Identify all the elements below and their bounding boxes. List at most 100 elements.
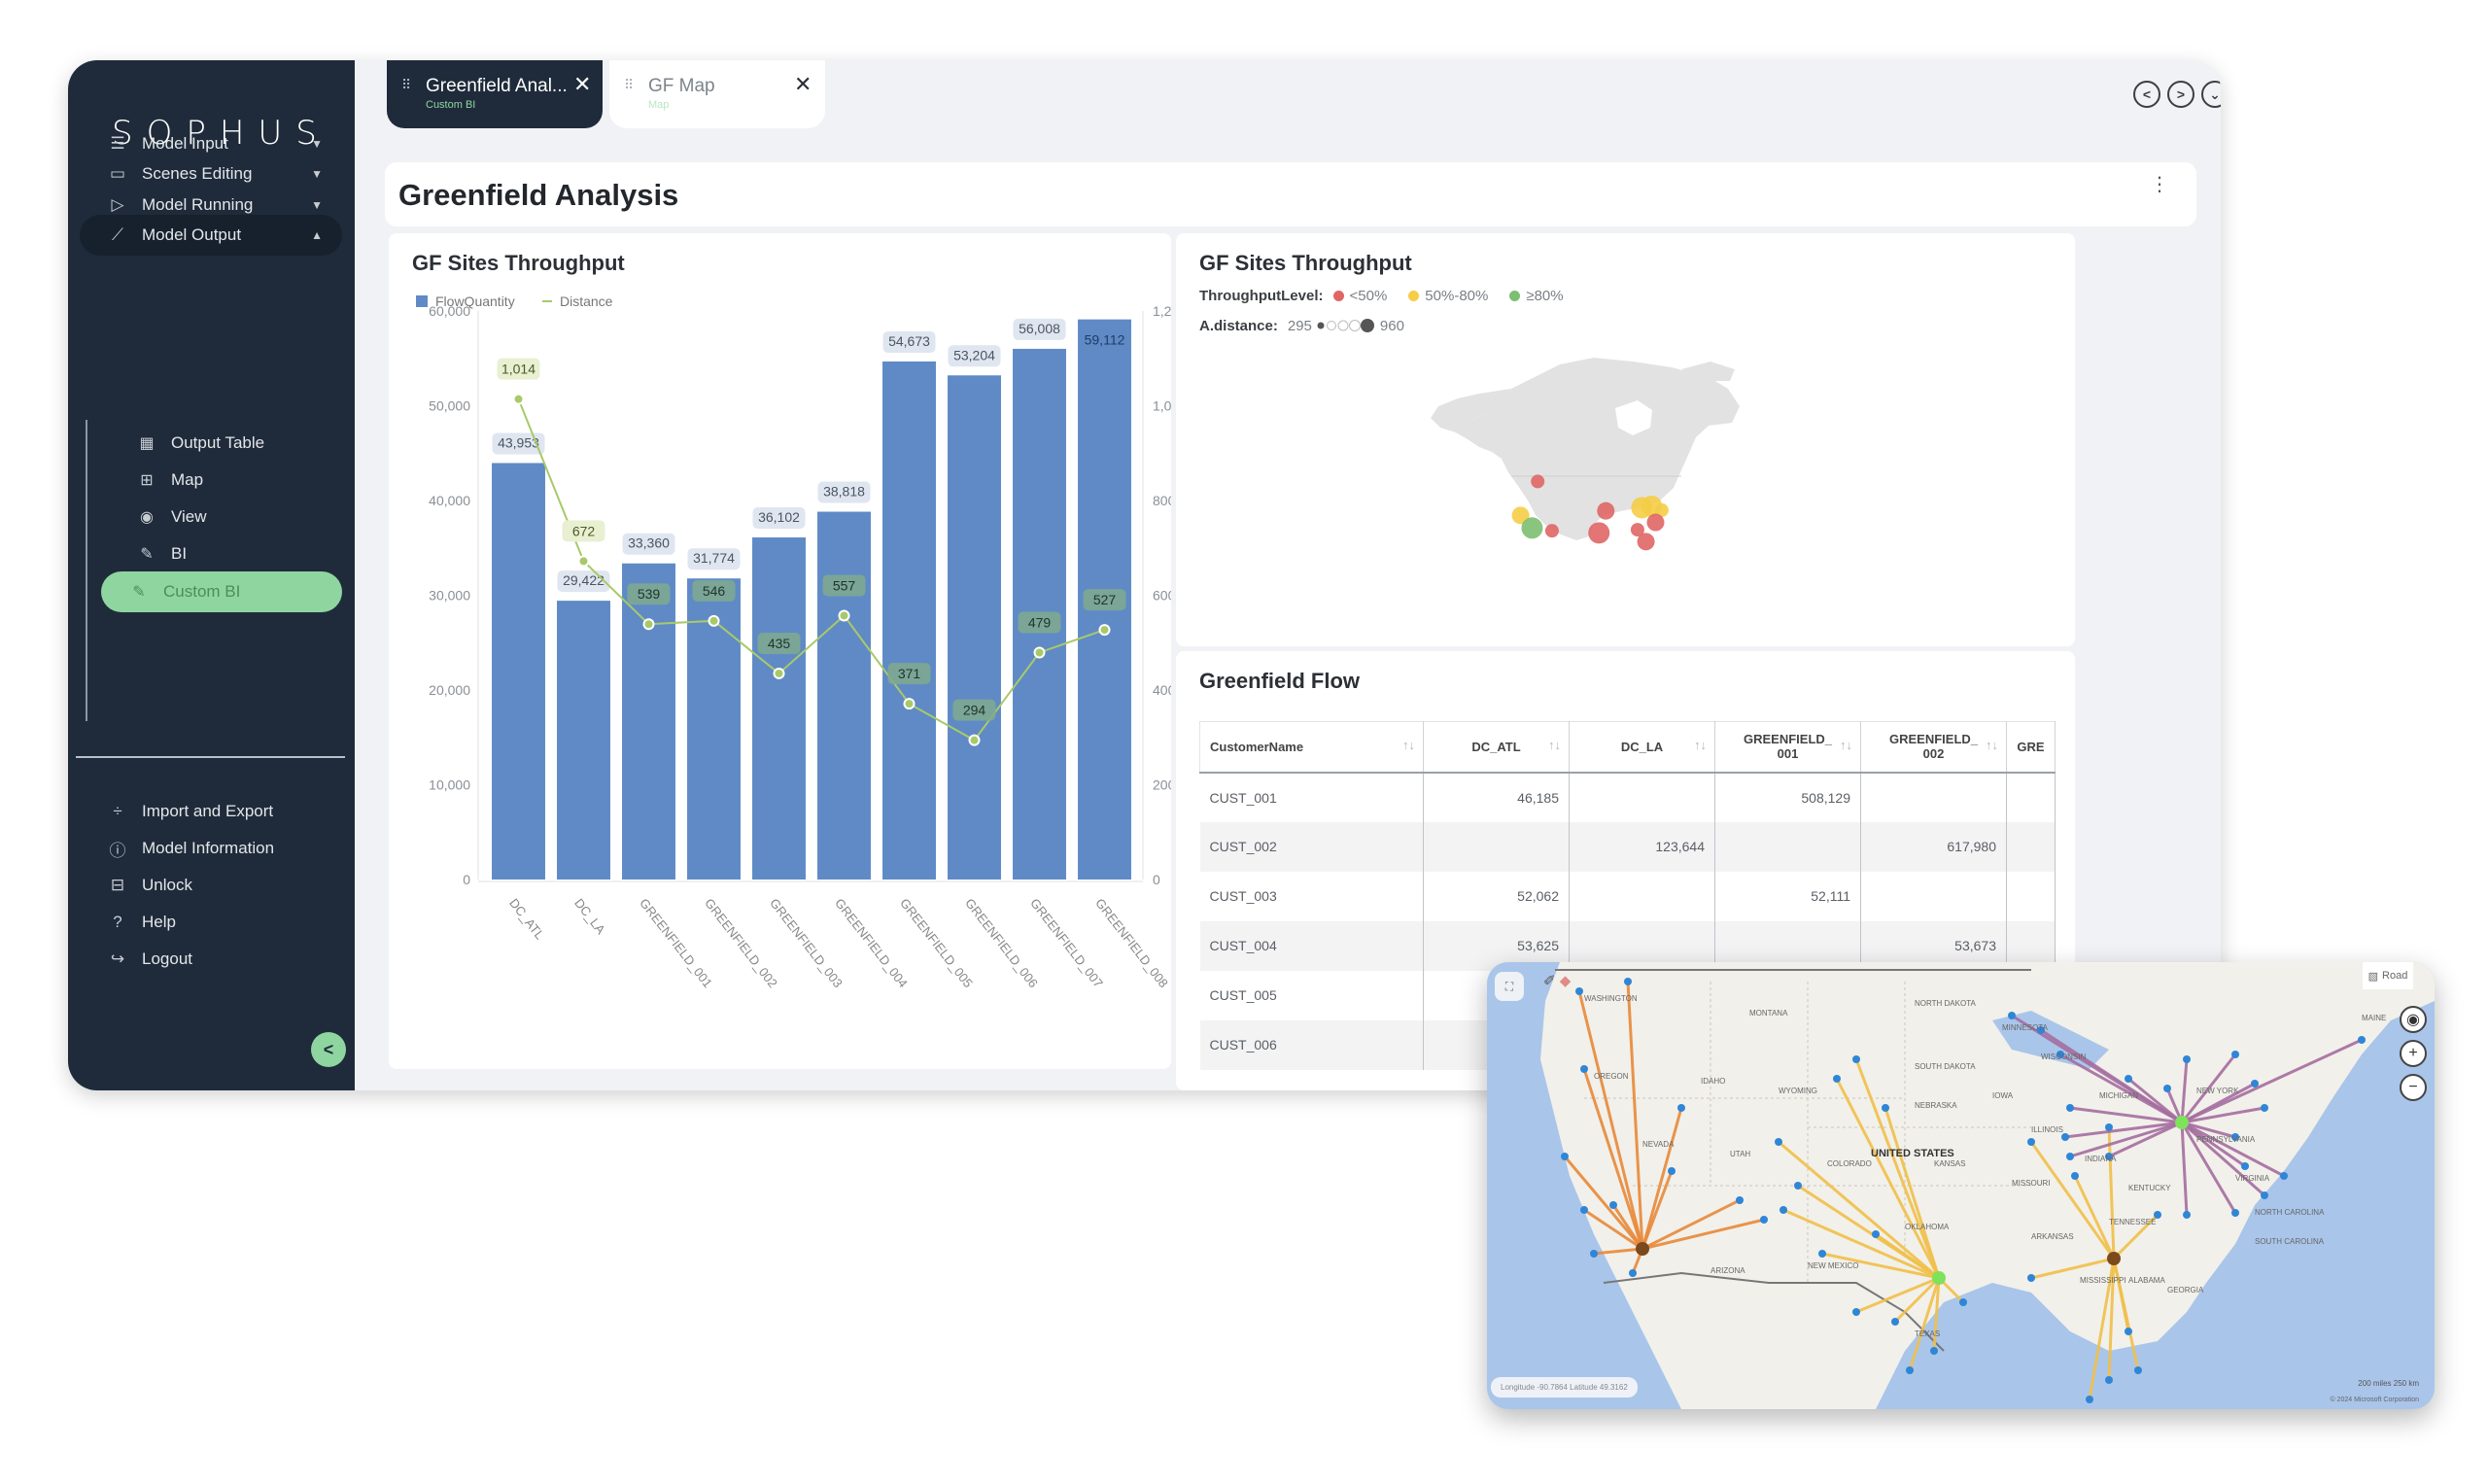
customer-marker[interactable] (2066, 1104, 2074, 1112)
distance-point[interactable] (514, 395, 523, 403)
bar-greenfield_006[interactable] (948, 375, 1001, 880)
column-header[interactable]: DC_LA ↑↓ (1569, 721, 1715, 774)
customer-marker[interactable] (1575, 987, 1583, 995)
customer-marker[interactable] (1891, 1318, 1899, 1326)
customer-marker[interactable] (2027, 1138, 2035, 1146)
site-marker[interactable] (1521, 517, 1543, 539)
customer-marker[interactable] (2261, 1104, 2268, 1112)
customer-marker[interactable] (1677, 1104, 1685, 1112)
prev-tab-button[interactable]: < (2133, 81, 2160, 108)
sidebar-item-model-output[interactable]: ⟋ Model Output ▲ (80, 215, 342, 256)
sidebar-item-output-table[interactable]: ▦ Output Table (117, 423, 355, 464)
map-style-button[interactable]: ▧ Road (2363, 962, 2413, 989)
sidebar-item-custom-bi[interactable]: ✎ Custom BI (101, 571, 342, 612)
drag-handle-icon[interactable]: ⠿ (401, 78, 411, 91)
hub-marker[interactable] (1932, 1271, 1946, 1285)
bar-greenfield_003[interactable] (752, 537, 806, 880)
customer-marker[interactable] (2066, 1153, 2074, 1160)
tab-gf-map[interactable]: ⠿ GF Map Map ✕ (609, 60, 825, 128)
customer-marker[interactable] (1609, 1201, 1617, 1209)
customer-marker[interactable] (1852, 1055, 1860, 1063)
customer-marker[interactable] (1760, 1216, 1768, 1224)
distance-point[interactable] (970, 736, 979, 744)
distance-point[interactable] (905, 700, 914, 708)
customer-marker[interactable] (1872, 1230, 1880, 1238)
collapse-sidebar-button[interactable]: < (311, 1032, 346, 1067)
customer-marker[interactable] (2008, 1012, 2016, 1019)
customer-marker[interactable] (1906, 1366, 1914, 1374)
site-marker[interactable] (1588, 522, 1610, 544)
fullscreen-icon[interactable]: ⛶ (1495, 972, 1524, 1001)
column-header[interactable]: GREENFIELD_ 002 ↑↓ (1860, 721, 2007, 774)
sidebar-item-import-export[interactable]: ÷ Import and Export (80, 791, 342, 832)
next-tab-button[interactable]: > (2167, 81, 2194, 108)
customer-marker[interactable] (1852, 1308, 1860, 1316)
bar-greenfield_004[interactable] (817, 511, 871, 880)
column-header[interactable]: CustomerName ↑↓ (1199, 721, 1424, 774)
customer-marker[interactable] (1882, 1104, 1889, 1112)
customer-marker[interactable] (1959, 1298, 1967, 1306)
sidebar-item-map[interactable]: ⊞ Map (117, 460, 355, 500)
distance-point[interactable] (775, 669, 783, 677)
customer-marker[interactable] (2105, 1376, 2113, 1384)
sort-icon[interactable]: ↑↓ (1840, 738, 1852, 752)
customer-marker[interactable] (1833, 1075, 1841, 1083)
customer-marker[interactable] (1930, 1347, 1938, 1355)
customer-marker[interactable] (1561, 1153, 1569, 1160)
distance-point[interactable] (644, 620, 653, 629)
eraser-icon[interactable]: ◆ (1560, 973, 1572, 989)
distance-point[interactable] (1035, 648, 1044, 657)
customer-marker[interactable] (2105, 1123, 2113, 1131)
customer-marker[interactable] (1775, 1138, 1782, 1146)
sort-icon[interactable]: ↑↓ (1548, 738, 1561, 752)
customer-marker[interactable] (1668, 1167, 1676, 1175)
site-marker[interactable] (1631, 497, 1653, 519)
customer-marker[interactable] (2134, 1366, 2142, 1374)
customer-marker[interactable] (1624, 978, 1632, 985)
customer-marker[interactable] (2027, 1274, 2035, 1282)
distance-point[interactable] (709, 616, 718, 625)
customer-marker[interactable] (2261, 1191, 2268, 1199)
tab-greenfield-analysis[interactable]: ⠿ Greenfield Anal... Custom BI ✕ (387, 60, 603, 128)
column-header[interactable]: DC_ATL ↑↓ (1423, 721, 1570, 774)
site-marker[interactable] (1646, 513, 1665, 532)
column-header[interactable]: GREENFIELD_ 001 ↑↓ (1714, 721, 1861, 774)
customer-marker[interactable] (2231, 1051, 2239, 1058)
zoom-out-icon[interactable]: − (2400, 1074, 2427, 1101)
customer-marker[interactable] (2280, 1172, 2288, 1180)
bar-greenfield_001[interactable] (622, 563, 675, 880)
customer-marker[interactable] (2163, 1085, 2171, 1092)
sort-icon[interactable]: ↑↓ (1694, 738, 1707, 752)
customer-marker[interactable] (2358, 1036, 2366, 1044)
bar-greenfield_005[interactable] (882, 361, 936, 880)
hub-marker[interactable] (2175, 1116, 2189, 1129)
customer-marker[interactable] (1580, 1065, 1588, 1073)
customer-marker[interactable] (1590, 1250, 1598, 1258)
sidebar-item-help[interactable]: ? Help (80, 902, 342, 943)
customer-marker[interactable] (1794, 1182, 1802, 1190)
sort-icon[interactable]: ↑↓ (1986, 738, 1998, 752)
hub-marker[interactable] (1636, 1242, 1649, 1256)
customer-marker[interactable] (1736, 1196, 1744, 1204)
customer-marker[interactable] (2086, 1396, 2093, 1403)
site-marker[interactable] (1597, 501, 1615, 520)
customer-marker[interactable] (1580, 1206, 1588, 1214)
customer-marker[interactable] (1629, 1269, 1637, 1277)
customer-marker[interactable] (2125, 1075, 2132, 1083)
sort-icon[interactable]: ↑↓ (1402, 738, 1415, 752)
sidebar-item-view[interactable]: ◉ View (117, 497, 355, 537)
drag-handle-icon[interactable]: ⠿ (624, 78, 634, 91)
sidebar-item-logout[interactable]: ↪ Logout (80, 939, 342, 980)
route-map[interactable]: UNITED STATES WASHINGTON MONTANA NORTH DAKO… (1487, 962, 2435, 1409)
sidebar-item-bi[interactable]: ✎ BI (117, 534, 355, 574)
customer-marker[interactable] (2183, 1211, 2191, 1219)
draw-icon[interactable]: ✐ (1543, 973, 1556, 989)
customer-marker[interactable] (2183, 1055, 2191, 1063)
sidebar-item-unlock[interactable]: ⊟ Unlock (80, 865, 342, 906)
customer-marker[interactable] (2251, 1080, 2259, 1087)
hub-marker[interactable] (2107, 1252, 2121, 1265)
route-map-overlay[interactable]: UNITED STATES WASHINGTON MONTANA NORTH DAKO… (1487, 962, 2435, 1409)
distance-point[interactable] (840, 611, 848, 620)
table-row[interactable]: CUST_003 52,062 52,111 (1199, 871, 2056, 921)
site-marker[interactable] (1544, 524, 1559, 538)
